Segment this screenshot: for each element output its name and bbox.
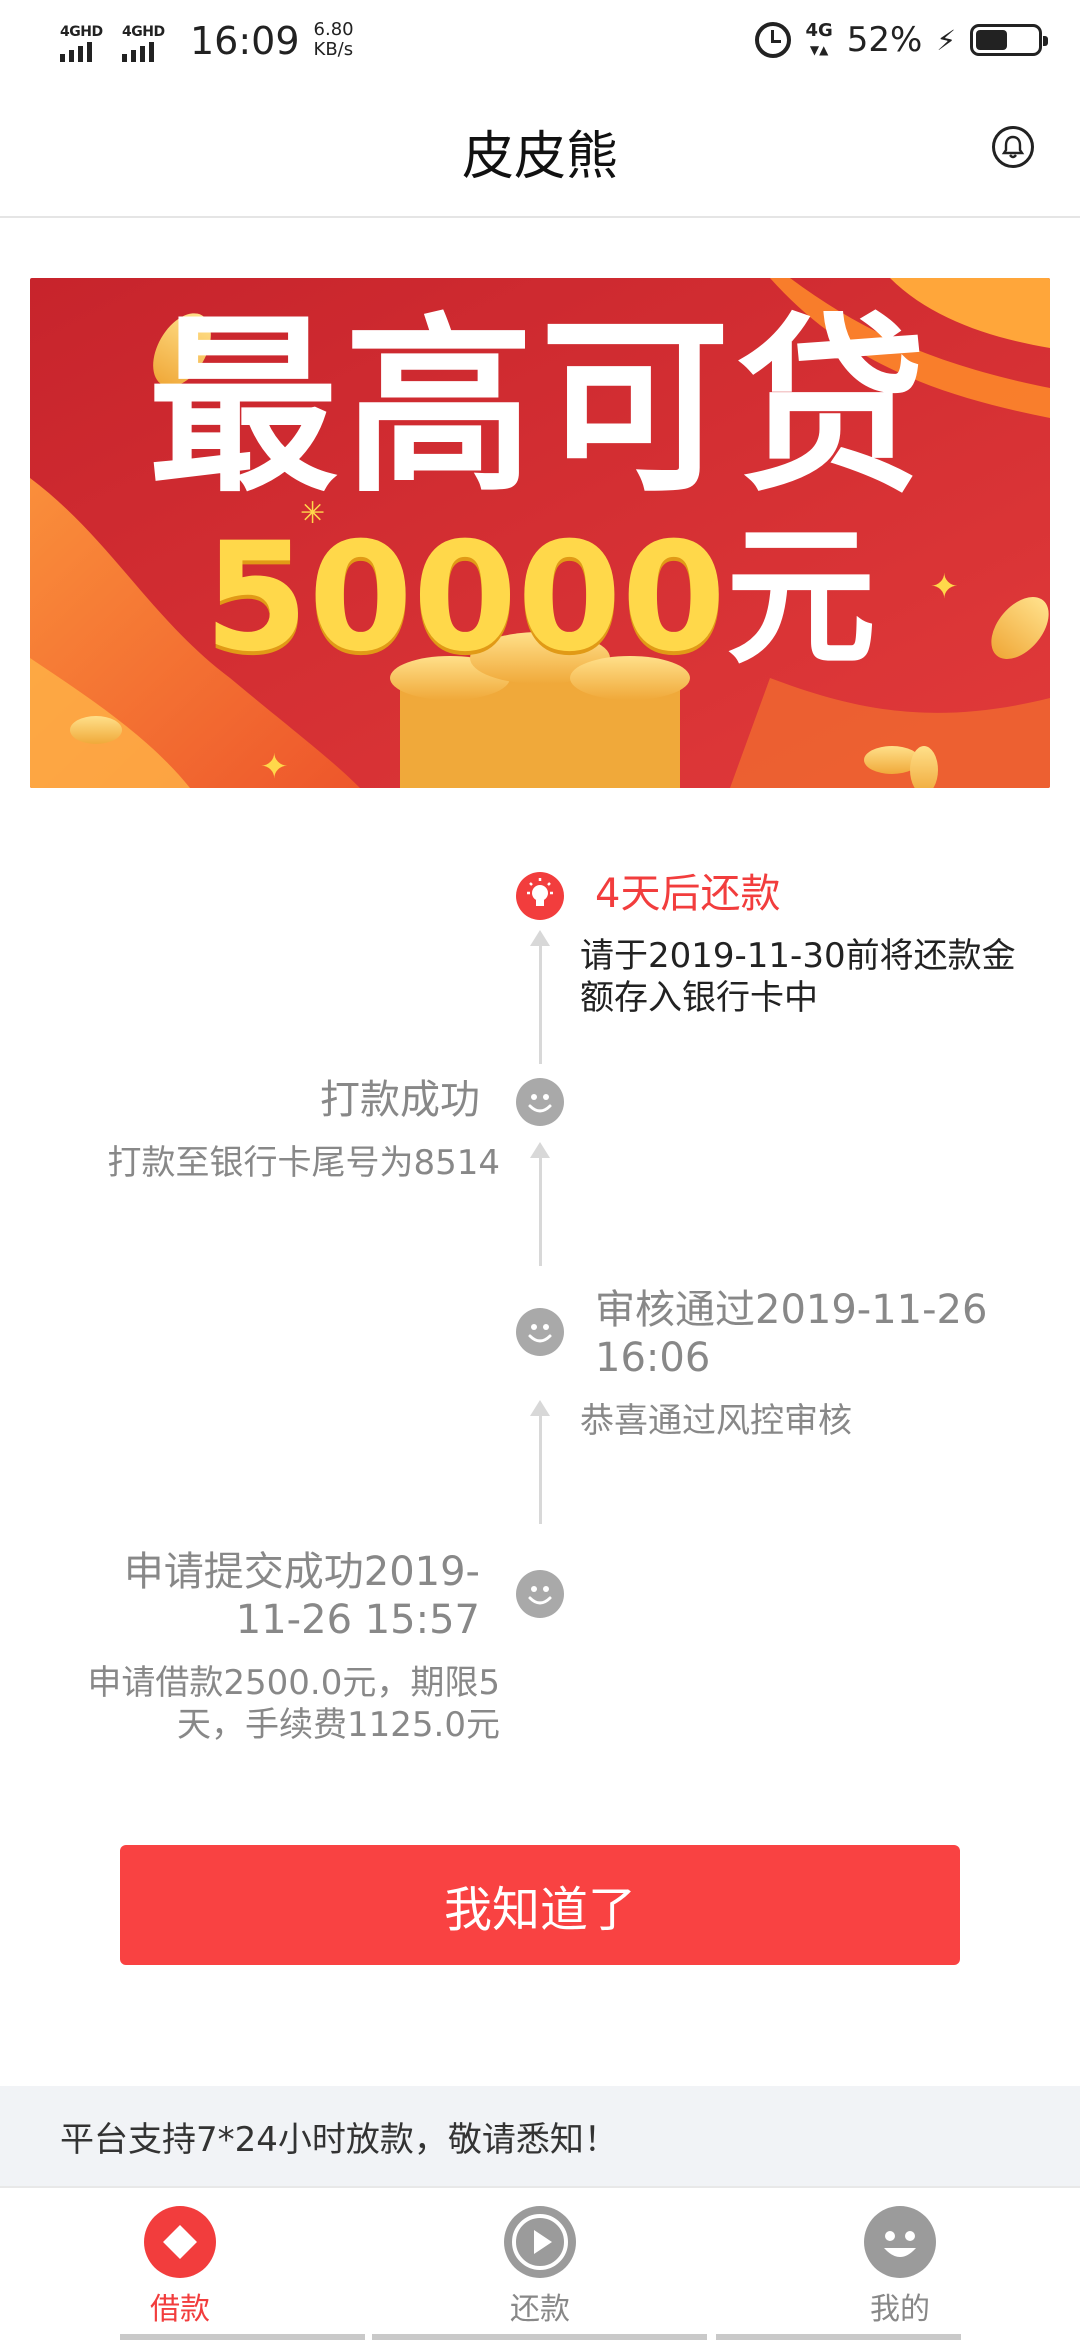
timeline-step-approved-desc: 恭喜通过风控审核 bbox=[580, 1400, 852, 1442]
timeline-step-paid-desc: 打款至银行卡尾号为8514 bbox=[107, 1142, 500, 1184]
lightbulb-icon bbox=[527, 878, 553, 906]
svg-text:✦: ✦ bbox=[260, 747, 289, 787]
banner-headline: 最高可贷 bbox=[147, 297, 932, 518]
signal-icon: 4GHD bbox=[122, 24, 174, 64]
signal-icon: 4GHD bbox=[60, 24, 112, 64]
timeline-connector bbox=[539, 1414, 542, 1524]
timeline-title: 4天后还款 bbox=[595, 871, 781, 917]
tab-mine[interactable]: 我的 bbox=[800, 2206, 1000, 2328]
smiley-icon bbox=[864, 2206, 936, 2278]
timeline-step-paid: 打款成功 bbox=[320, 1076, 500, 1124]
status-bar: 4GHD 4GHD 16:09 6.80 KB/s 4G ▼▲ 52% ⚡ bbox=[0, 0, 1080, 84]
banner-unit: 元 bbox=[725, 511, 876, 685]
timeline-description: 请于2019-11-30前将还款金额存入银行卡中 bbox=[580, 936, 1016, 1018]
timeline-step-submitted: 申请提交成功2019-11-26 15:57 bbox=[80, 1548, 500, 1644]
smiley-icon bbox=[528, 1586, 552, 1605]
battery-fill bbox=[976, 30, 1008, 50]
timeline-step-repay: 4天后还款 bbox=[580, 870, 780, 918]
tab-indicator bbox=[372, 2334, 707, 2340]
timeline-step-approved: 审核通过2019-11-26 16:06 bbox=[580, 1286, 1000, 1382]
diamond-icon bbox=[144, 2206, 216, 2278]
smiley-icon bbox=[528, 1094, 552, 1113]
banner-amount: 50000 bbox=[204, 511, 726, 685]
timeline-description: 打款至银行卡尾号为8514 bbox=[107, 1143, 500, 1183]
status-left: 4GHD 4GHD 16:09 6.80 KB/s bbox=[60, 18, 354, 64]
status-right: 4G ▼▲ 52% ⚡ bbox=[755, 19, 1048, 60]
charging-icon: ⚡ bbox=[936, 23, 956, 57]
play-icon bbox=[504, 2206, 576, 2278]
notice-banner: 平台支持7*24小时放款，敬请悉知！ bbox=[0, 2086, 1080, 2186]
speed-value: 6.80 bbox=[313, 19, 354, 40]
tab-label: 借款 bbox=[150, 2292, 210, 2327]
timeline-connector bbox=[539, 1156, 542, 1266]
timeline-node-active bbox=[516, 872, 564, 920]
tab-label: 我的 bbox=[870, 2292, 930, 2327]
timeline-node bbox=[516, 1308, 564, 1356]
clock: 16:09 bbox=[190, 19, 300, 63]
tab-label: 还款 bbox=[510, 2292, 570, 2327]
timeline-step-submitted-desc: 申请借款2500.0元，期限5天，手续费1125.0元 bbox=[60, 1662, 500, 1746]
timeline-title: 打款成功 bbox=[320, 1077, 480, 1123]
tab-borrow[interactable]: 借款 bbox=[80, 2206, 280, 2328]
page-title: 皮皮熊 bbox=[461, 127, 618, 187]
tab-indicator bbox=[120, 2334, 365, 2340]
timeline-step-repay-desc: 请于2019-11-30前将还款金额存入银行卡中 bbox=[580, 935, 1040, 1019]
timeline-description: 申请借款2500.0元，期限5天，手续费1125.0元 bbox=[87, 1663, 500, 1745]
network-speed: 6.80 KB/s bbox=[314, 20, 354, 60]
alarm-icon bbox=[755, 22, 792, 58]
timeline-title: 审核通过2019-11-26 16:06 bbox=[595, 1287, 988, 1381]
smiley-icon bbox=[528, 1324, 552, 1343]
network-label-1: 4GHD bbox=[60, 24, 103, 40]
speed-unit: KB/s bbox=[313, 39, 354, 60]
network-type-label: 4G bbox=[805, 19, 833, 41]
acknowledge-button[interactable]: 我知道了 bbox=[120, 1845, 960, 1965]
battery-icon bbox=[970, 24, 1048, 56]
battery-percent: 52% bbox=[846, 20, 923, 60]
timeline-title: 申请提交成功2019-11-26 15:57 bbox=[123, 1549, 480, 1643]
loan-timeline: 4天后还款 请于2019-11-30前将还款金额存入银行卡中 打款成功 打款至银… bbox=[0, 860, 1080, 1760]
network-label-2: 4GHD bbox=[122, 24, 165, 40]
network-type: 4G ▼▲ bbox=[805, 19, 833, 57]
banner-amount-line: 50000元 bbox=[30, 498, 1050, 698]
tab-repay[interactable]: 还款 bbox=[440, 2206, 640, 2328]
timeline-node bbox=[516, 1570, 564, 1618]
timeline-connector bbox=[539, 944, 542, 1064]
notification-button[interactable] bbox=[992, 126, 1034, 168]
bell-icon bbox=[1001, 135, 1025, 159]
app-header: 皮皮熊 bbox=[0, 84, 1080, 218]
timeline-node bbox=[516, 1078, 564, 1126]
bottom-tab-bar: 借款 还款 我的 bbox=[0, 2186, 1080, 2340]
tab-indicator bbox=[716, 2334, 961, 2340]
timeline-description: 恭喜通过风控审核 bbox=[580, 1401, 852, 1441]
promo-banner[interactable]: ✳ ✦ ✦ 最高可贷 50000元 bbox=[30, 278, 1050, 788]
